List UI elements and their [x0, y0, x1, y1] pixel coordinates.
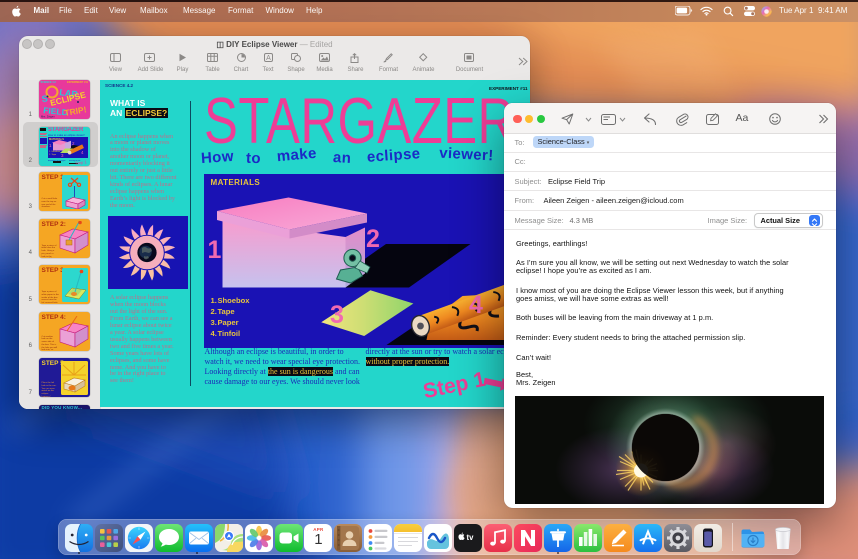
svg-text:1: 1 — [207, 236, 221, 264]
svg-text:4: 4 — [81, 150, 84, 155]
svg-text:tv: tv — [467, 533, 475, 542]
svg-text:3: 3 — [61, 153, 64, 158]
svg-text:3: 3 — [330, 301, 344, 329]
svg-text:A: A — [266, 55, 271, 62]
svg-text:S: S — [41, 93, 48, 104]
svg-text:Mrs. Zeigen: Mrs. Zeigen — [41, 115, 55, 119]
svg-text:TRIP!: TRIP! — [63, 104, 87, 118]
svg-text:2: 2 — [366, 225, 380, 253]
svg-text:4: 4 — [469, 291, 483, 319]
svg-text:1: 1 — [49, 143, 52, 148]
